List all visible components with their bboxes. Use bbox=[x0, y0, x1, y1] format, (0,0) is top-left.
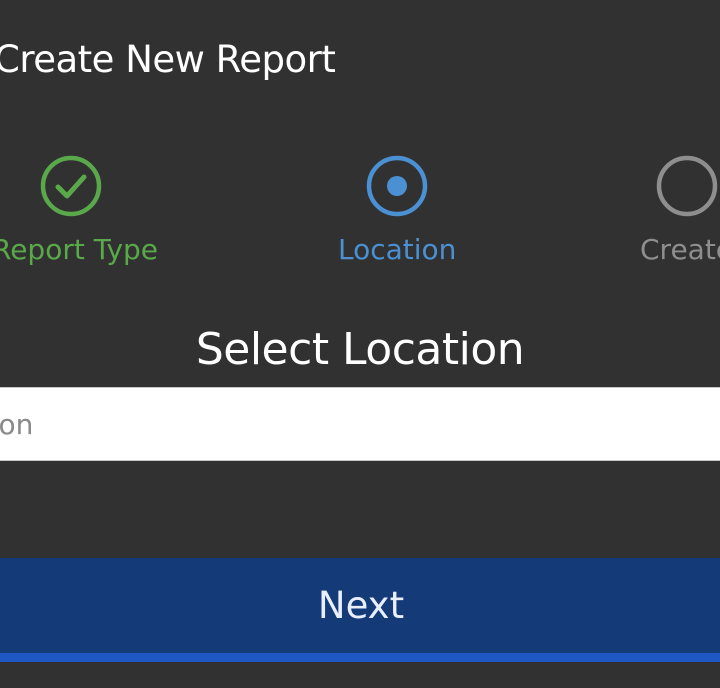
step-label: Location bbox=[338, 233, 457, 266]
check-circle-icon bbox=[40, 155, 102, 217]
location-field bbox=[0, 387, 720, 461]
next-button[interactable]: Next bbox=[0, 558, 720, 662]
report-wizard-screen: Create New Report Report Type Location C… bbox=[0, 0, 720, 688]
step-label: Report Type bbox=[0, 233, 159, 266]
location-input[interactable] bbox=[0, 388, 720, 460]
empty-circle-icon bbox=[656, 155, 718, 217]
section-title: Select Location bbox=[195, 324, 525, 375]
page-title: Create New Report bbox=[0, 38, 336, 81]
radio-dot-icon bbox=[366, 155, 428, 217]
step-label: Create bbox=[640, 233, 720, 266]
